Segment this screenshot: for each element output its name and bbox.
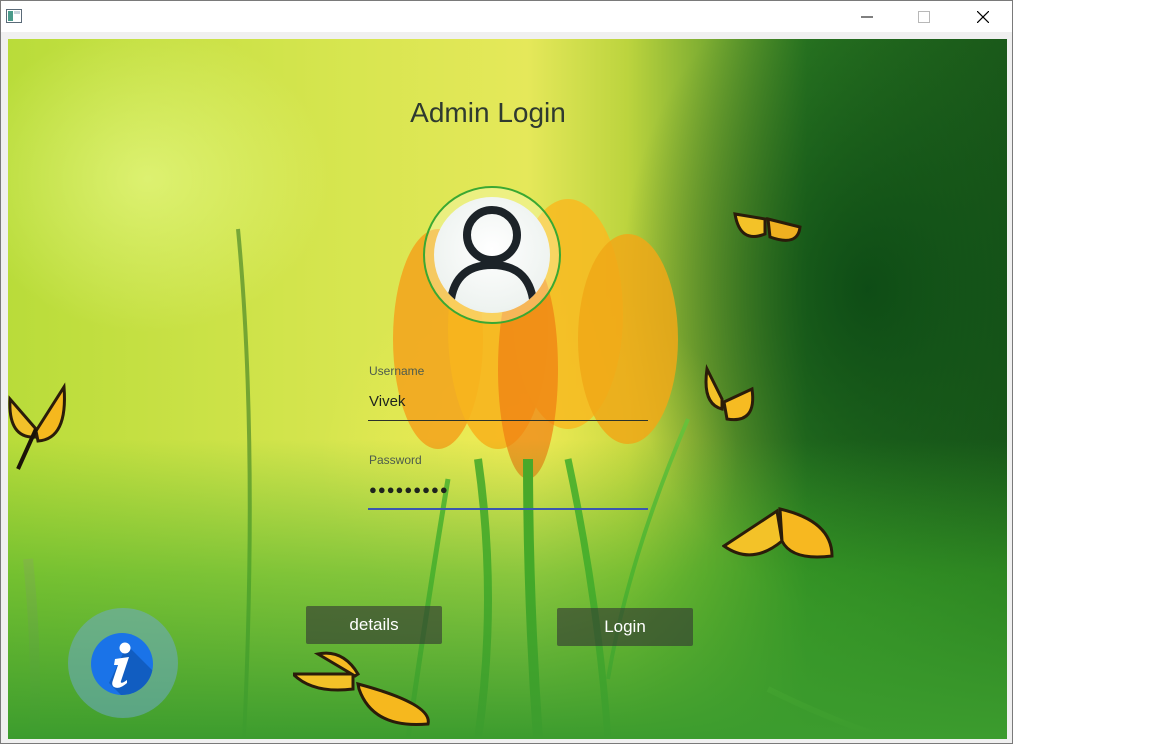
page-title: Admin Login bbox=[410, 97, 566, 128]
username-field[interactable]: Vivek bbox=[369, 393, 647, 410]
maximize-button[interactable] bbox=[901, 1, 947, 32]
minimize-button[interactable] bbox=[844, 1, 890, 32]
password-label: Password bbox=[369, 453, 422, 467]
avatar-circle bbox=[434, 197, 550, 313]
login-button[interactable]: Login bbox=[557, 608, 693, 646]
butterfly-icon bbox=[8, 382, 66, 470]
app-icon bbox=[6, 9, 22, 23]
username-label: Username bbox=[369, 364, 425, 378]
info-button[interactable] bbox=[91, 633, 153, 695]
butterfly-icon bbox=[704, 364, 755, 422]
butterfly-icon bbox=[293, 651, 430, 727]
minimize-icon bbox=[861, 16, 873, 17]
details-button[interactable]: details bbox=[306, 606, 442, 644]
maximize-icon bbox=[918, 10, 930, 23]
app-window: Admin Login Username Vivek Password ●●●●… bbox=[0, 0, 1013, 744]
avatar bbox=[423, 186, 561, 324]
username-underline bbox=[368, 420, 648, 421]
login-background: Admin Login Username Vivek Password ●●●●… bbox=[8, 39, 1007, 739]
info-icon bbox=[109, 642, 153, 695]
password-field[interactable]: ●●●●●●●●● bbox=[369, 482, 647, 497]
title-bar bbox=[1, 1, 1012, 32]
butterfly-icon bbox=[722, 507, 834, 559]
close-button[interactable] bbox=[960, 1, 1006, 32]
user-icon bbox=[446, 206, 538, 310]
info-button-halo bbox=[68, 608, 178, 718]
password-underline bbox=[368, 508, 648, 510]
close-icon bbox=[977, 10, 989, 23]
butterfly-icon bbox=[733, 212, 802, 242]
